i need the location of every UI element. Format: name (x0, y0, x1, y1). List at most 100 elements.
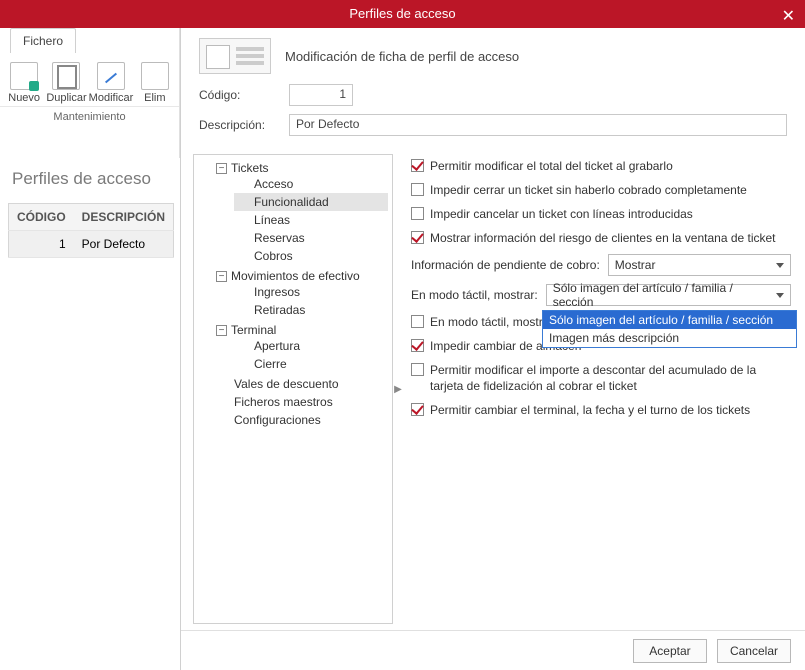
title-bar: Perfiles de acceso ✕ (0, 0, 805, 28)
opt-label: Permitir modificar el importe a desconta… (430, 362, 791, 394)
tree-label: Movimientos de efectivo (231, 269, 360, 283)
tree-label: Apertura (236, 339, 386, 353)
tree-label: Líneas (236, 213, 386, 227)
opt-prevent-close[interactable]: Impedir cerrar un ticket sin haberlo cob… (411, 178, 791, 202)
tree-node-cierre[interactable]: Cierre (234, 355, 388, 373)
opt-show-risk[interactable]: Mostrar información del riesgo de client… (411, 226, 791, 250)
tree-label: Tickets (231, 161, 269, 175)
code-field[interactable]: 1 (289, 84, 353, 106)
touch-label: En modo táctil, mostrar: (411, 288, 538, 302)
cell-code: 1 (9, 231, 74, 258)
opt-label: Impedir cancelar un ticket con líneas in… (430, 206, 693, 222)
dropdown-option[interactable]: Sólo imagen del artículo / familia / sec… (543, 311, 796, 329)
new-label: Nuevo (8, 92, 40, 104)
tree-node-vales[interactable]: Vales de descuento (214, 375, 390, 393)
dialog-body: −Tickets Acceso Funcionalidad Líneas Res… (181, 148, 805, 630)
checkbox-icon[interactable] (411, 159, 424, 172)
profiles-table: CÓDIGO DESCRIPCIÓN 1 Por Defecto (8, 203, 174, 258)
profile-dialog: Modificación de ficha de perfil de acces… (180, 28, 805, 670)
tree-node-movimientos[interactable]: −Movimientos de efectivo Ingresos Retira… (214, 267, 390, 321)
checkbox-icon[interactable] (411, 183, 424, 196)
dialog-subtitle: Modificación de ficha de perfil de acces… (285, 49, 519, 64)
checkbox-icon[interactable] (411, 363, 424, 376)
tree-label: Funcionalidad (236, 195, 386, 209)
close-icon[interactable]: ✕ (782, 3, 795, 31)
options-panel: Permitir modificar el total del ticket a… (403, 148, 805, 630)
touch-combo-dropdown[interactable]: Sólo imagen del artículo / familia / sec… (542, 310, 797, 348)
pending-combo[interactable]: Mostrar (608, 254, 791, 276)
opt-label: Permitir modificar el total del ticket a… (430, 158, 673, 174)
duplicate-label: Duplicar (46, 92, 86, 104)
tree-label: Cierre (236, 357, 386, 371)
tree-node-lineas[interactable]: Líneas (234, 211, 388, 229)
duplicate-button[interactable]: Duplicar (46, 62, 86, 104)
opt-modify-total[interactable]: Permitir modificar el total del ticket a… (411, 154, 791, 178)
table-header-row: CÓDIGO DESCRIPCIÓN (9, 204, 174, 231)
tree-node-reservas[interactable]: Reservas (234, 229, 388, 247)
pending-label: Información de pendiente de cobro: (411, 258, 600, 272)
opt-label: Impedir cerrar un ticket sin haberlo cob… (430, 182, 747, 198)
delete-button[interactable]: Elim (135, 62, 175, 104)
tree-node-retiradas[interactable]: Retiradas (234, 301, 388, 319)
tree-node-config[interactable]: Configuraciones (214, 411, 390, 429)
opt-prevent-cancel[interactable]: Impedir cancelar un ticket con líneas in… (411, 202, 791, 226)
code-row: Código: 1 (181, 80, 805, 110)
cancel-button[interactable]: Cancelar (717, 639, 791, 663)
tree-node-ficheros[interactable]: Ficheros maestros (214, 393, 390, 411)
dialog-footer: Aceptar Cancelar (181, 630, 805, 670)
panel-expand-handle[interactable]: ▶ (393, 148, 403, 630)
description-field[interactable]: Por Defecto (289, 114, 787, 136)
modify-label: Modificar (89, 92, 134, 104)
tree-node-ingresos[interactable]: Ingresos (234, 283, 388, 301)
accept-button[interactable]: Aceptar (633, 639, 707, 663)
ribbon-tabs: Fichero (0, 28, 179, 56)
tree-label: Retiradas (236, 303, 386, 317)
combo-value: Sólo imagen del artículo / familia / sec… (553, 281, 772, 309)
tree-label: Terminal (231, 323, 276, 337)
page-title: Perfiles de acceso (8, 163, 172, 203)
tree-node-tickets[interactable]: −Tickets Acceso Funcionalidad Líneas Res… (214, 159, 390, 267)
checkbox-icon[interactable] (411, 339, 424, 352)
table-row[interactable]: 1 Por Defecto (9, 231, 174, 258)
delete-label: Elim (144, 92, 165, 104)
checkbox-icon[interactable] (411, 231, 424, 244)
description-row: Descripción: Por Defecto (181, 110, 805, 140)
tab-file[interactable]: Fichero (10, 28, 76, 53)
checkbox-icon[interactable] (411, 403, 424, 416)
collapse-icon[interactable]: − (216, 325, 227, 336)
tree-node-funcionalidad[interactable]: Funcionalidad (234, 193, 388, 211)
dropdown-option[interactable]: Imagen más descripción (543, 329, 796, 347)
code-label: Código: (199, 88, 279, 102)
collapse-icon[interactable]: − (216, 271, 227, 282)
new-button[interactable]: Nuevo (4, 62, 44, 104)
tree-label: Vales de descuento (216, 377, 388, 391)
description-label: Descripción: (199, 118, 279, 132)
touch-combo[interactable]: Sólo imagen del artículo / familia / sec… (546, 284, 791, 306)
duplicate-icon (52, 62, 80, 90)
tree-node-apertura[interactable]: Apertura (234, 337, 388, 355)
tree-label: Configuraciones (216, 413, 388, 427)
collapse-icon[interactable]: − (216, 163, 227, 174)
opt-pending-info: Información de pendiente de cobro: Mostr… (411, 250, 791, 280)
opt-label: Permitir cambiar el terminal, la fecha y… (430, 402, 750, 418)
delete-icon (141, 62, 169, 90)
col-code[interactable]: CÓDIGO (9, 204, 74, 231)
tree-label: Cobros (236, 249, 386, 263)
opt-touch-mode-show: En modo táctil, mostrar: Sólo imagen del… (411, 280, 791, 310)
ribbon-group-maintenance: Nuevo Duplicar Modificar Elim (0, 56, 179, 107)
ribbon-group-label: Mantenimiento (0, 107, 179, 129)
opt-label: En modo táctil, mostrar (430, 314, 553, 330)
modify-button[interactable]: Modificar (89, 62, 133, 104)
tree-label: Ficheros maestros (216, 395, 388, 409)
combo-value: Mostrar (615, 258, 656, 272)
checkbox-icon[interactable] (411, 315, 424, 328)
opt-modify-loyalty[interactable]: Permitir modificar el importe a desconta… (411, 358, 791, 398)
tree-node-acceso[interactable]: Acceso (234, 175, 388, 193)
tree-label: Acceso (236, 177, 386, 191)
ribbon-area: Fichero Nuevo Duplicar Modificar Elim Ma… (0, 28, 180, 158)
checkbox-icon[interactable] (411, 207, 424, 220)
tree-node-terminal[interactable]: −Terminal Apertura Cierre (214, 321, 390, 375)
opt-change-terminal[interactable]: Permitir cambiar el terminal, la fecha y… (411, 398, 791, 422)
tree-node-cobros[interactable]: Cobros (234, 247, 388, 265)
col-desc[interactable]: DESCRIPCIÓN (74, 204, 174, 231)
